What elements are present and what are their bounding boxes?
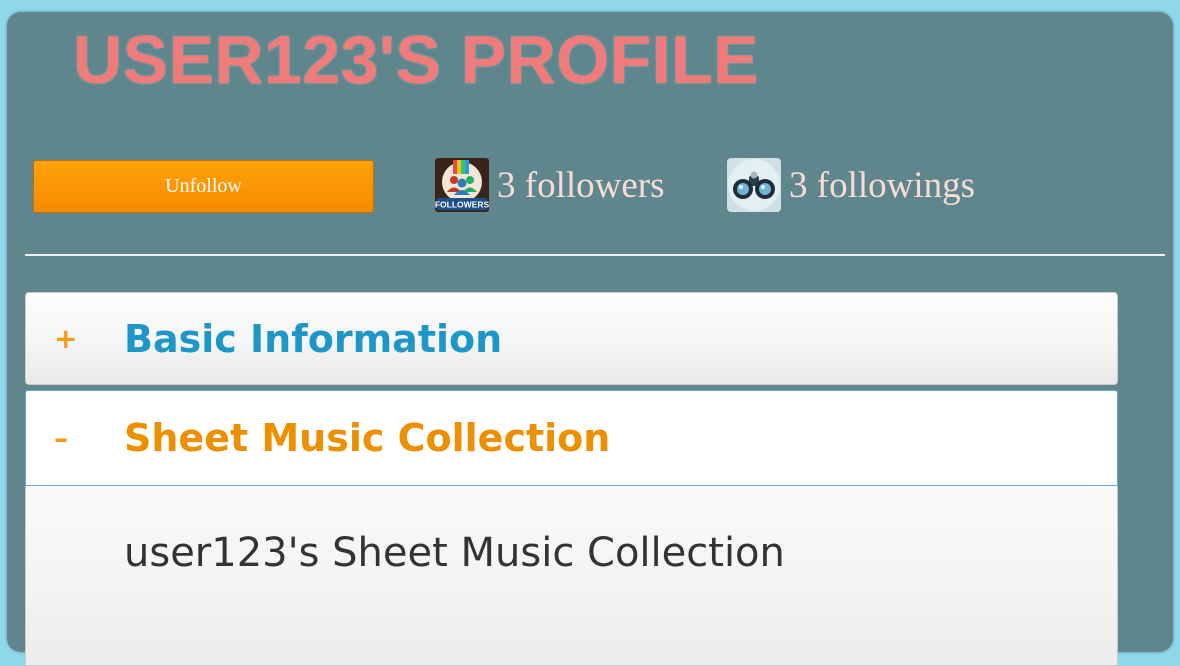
followers-link[interactable]: FOLLOWERS 3 followers: [435, 157, 665, 213]
binoculars-icon: [727, 158, 781, 212]
accordion-sheet-music-collection[interactable]: – Sheet Music Collection: [25, 390, 1118, 486]
accordion-title-sheet-music-collection: Sheet Music Collection: [124, 416, 611, 460]
expand-icon: +: [54, 322, 78, 355]
followings-count: 3 followings: [789, 164, 976, 206]
followings-link[interactable]: 3 followings: [727, 157, 975, 213]
section-divider: [25, 254, 1165, 256]
collection-heading: user123's Sheet Music Collection: [124, 530, 785, 576]
followers-count: 3 followers: [497, 164, 665, 206]
page-title: USER123'S PROFILE: [73, 22, 759, 98]
unfollow-button[interactable]: Unfollow: [33, 160, 374, 213]
accordion-basic-information[interactable]: + Basic Information: [25, 292, 1118, 385]
profile-panel: USER123'S PROFILE Unfollow FOLLOWERS 3 f…: [7, 12, 1173, 666]
sheet-music-collection-panel: user123's Sheet Music Collection: [25, 486, 1118, 666]
followers-icon: FOLLOWERS: [435, 158, 489, 212]
followers-icon-label: FOLLOWERS: [435, 200, 489, 210]
accordion-title-basic-information: Basic Information: [124, 316, 503, 361]
collapse-icon: –: [54, 421, 68, 455]
